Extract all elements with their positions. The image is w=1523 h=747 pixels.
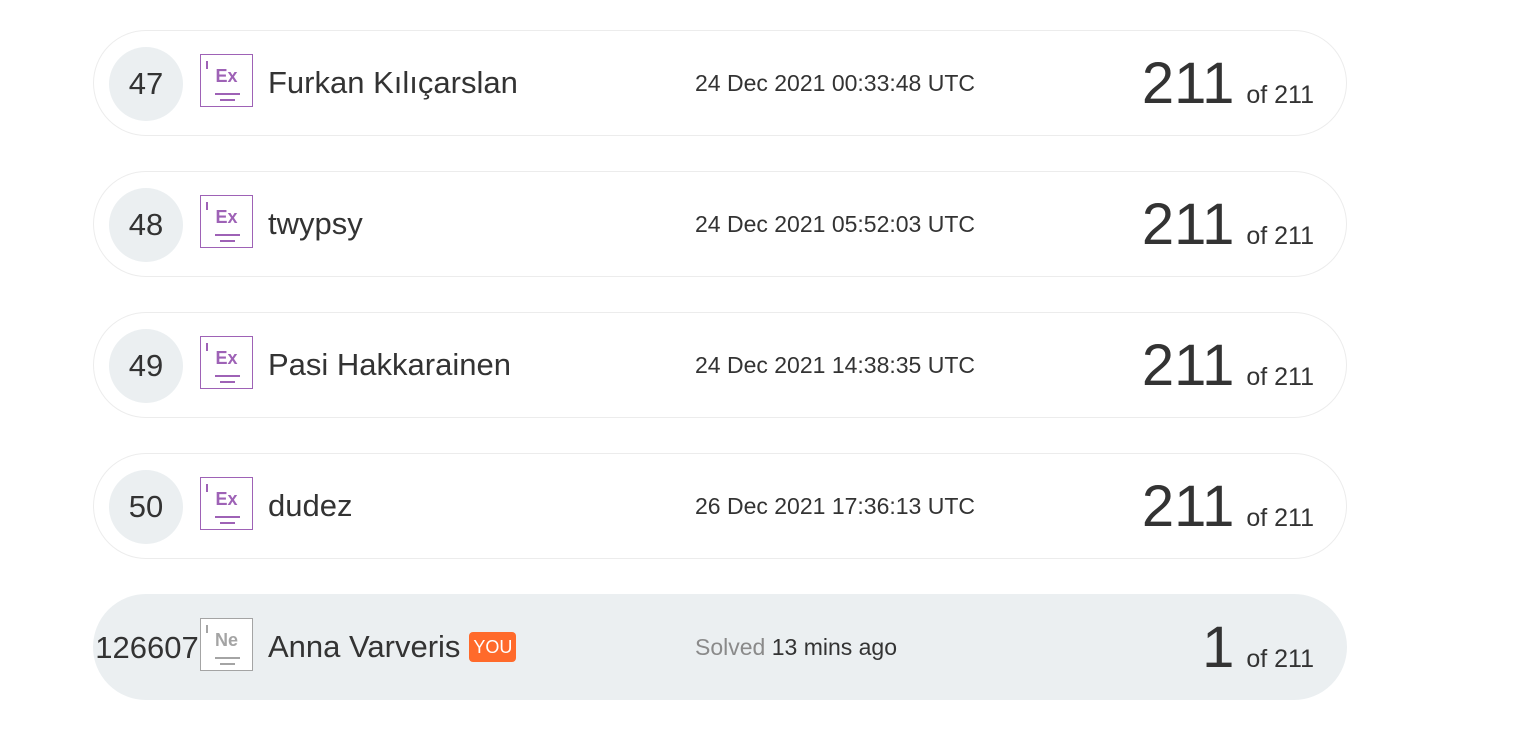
current-user-name: Anna Varveris YOU (268, 629, 517, 665)
solved-label: Solved (695, 634, 766, 660)
rank-number: 47 (109, 47, 183, 121)
solved-status: Solved 13 mins ago (695, 634, 897, 661)
level-badge-icon: Ex (200, 54, 253, 107)
level-badge-icon: Ne (200, 618, 253, 671)
score-total: of 211 (1246, 363, 1314, 391)
leaderboard: 47 Ex Furkan Kılıçarslan 24 Dec 2021 00:… (0, 0, 1523, 747)
score-value: 1 (1202, 615, 1235, 680)
you-badge: YOU (469, 632, 517, 662)
solved-timestamp: 24 Dec 2021 00:33:48 UTC (695, 70, 976, 96)
leaderboard-row: 47 Ex Furkan Kılıçarslan 24 Dec 2021 00:… (93, 30, 1347, 136)
user-name-link[interactable]: dudez (268, 488, 352, 524)
user-name-link[interactable]: Pasi Hakkarainen (268, 347, 511, 383)
score-total: of 211 (1246, 504, 1314, 532)
current-user-row: 126607 Ne Anna Varveris YOU Solved 13 mi… (93, 594, 1347, 700)
solved-timestamp: 24 Dec 2021 05:52:03 UTC (695, 211, 976, 237)
score-value: 211 (1141, 474, 1235, 539)
user-name-link[interactable]: Furkan Kılıçarslan (268, 65, 518, 101)
score: 1 of 211 (1202, 617, 1314, 679)
score: 211 of 211 (1142, 476, 1314, 538)
leaderboard-row: 50 Ex dudez 26 Dec 2021 17:36:13 UTC 211… (93, 453, 1347, 559)
user-name-link[interactable]: Anna Varveris (268, 629, 460, 665)
rank-number: 49 (109, 329, 183, 403)
score-value: 211 (1141, 51, 1235, 116)
level-abbr: Ex (215, 207, 238, 227)
level-badge-icon: Ex (200, 477, 253, 530)
score-total: of 211 (1246, 645, 1314, 673)
level-abbr: Ex (215, 348, 238, 368)
rank-number: 48 (109, 188, 183, 262)
solved-timestamp: 24 Dec 2021 14:38:35 UTC (695, 352, 976, 378)
score-value: 211 (1141, 333, 1235, 398)
solved-ago: 13 mins ago (771, 634, 898, 660)
score: 211 of 211 (1142, 53, 1314, 115)
score: 211 of 211 (1142, 194, 1314, 256)
score-total: of 211 (1246, 222, 1314, 250)
score-value: 211 (1141, 192, 1235, 257)
rank-number: 126607 (95, 630, 199, 665)
score: 211 of 211 (1142, 335, 1314, 397)
solved-timestamp: 26 Dec 2021 17:36:13 UTC (695, 493, 976, 519)
level-badge-icon: Ex (200, 195, 253, 248)
level-badge-icon: Ex (200, 336, 253, 389)
leaderboard-row: 49 Ex Pasi Hakkarainen 24 Dec 2021 14:38… (93, 312, 1347, 418)
level-abbr: Ex (215, 489, 238, 509)
level-abbr: Ex (215, 66, 238, 86)
level-abbr: Ne (214, 630, 238, 650)
leaderboard-row: 48 Ex twypsy 24 Dec 2021 05:52:03 UTC 21… (93, 171, 1347, 277)
score-total: of 211 (1246, 81, 1314, 109)
user-name-link[interactable]: twypsy (268, 206, 363, 242)
rank-number: 50 (109, 470, 183, 544)
